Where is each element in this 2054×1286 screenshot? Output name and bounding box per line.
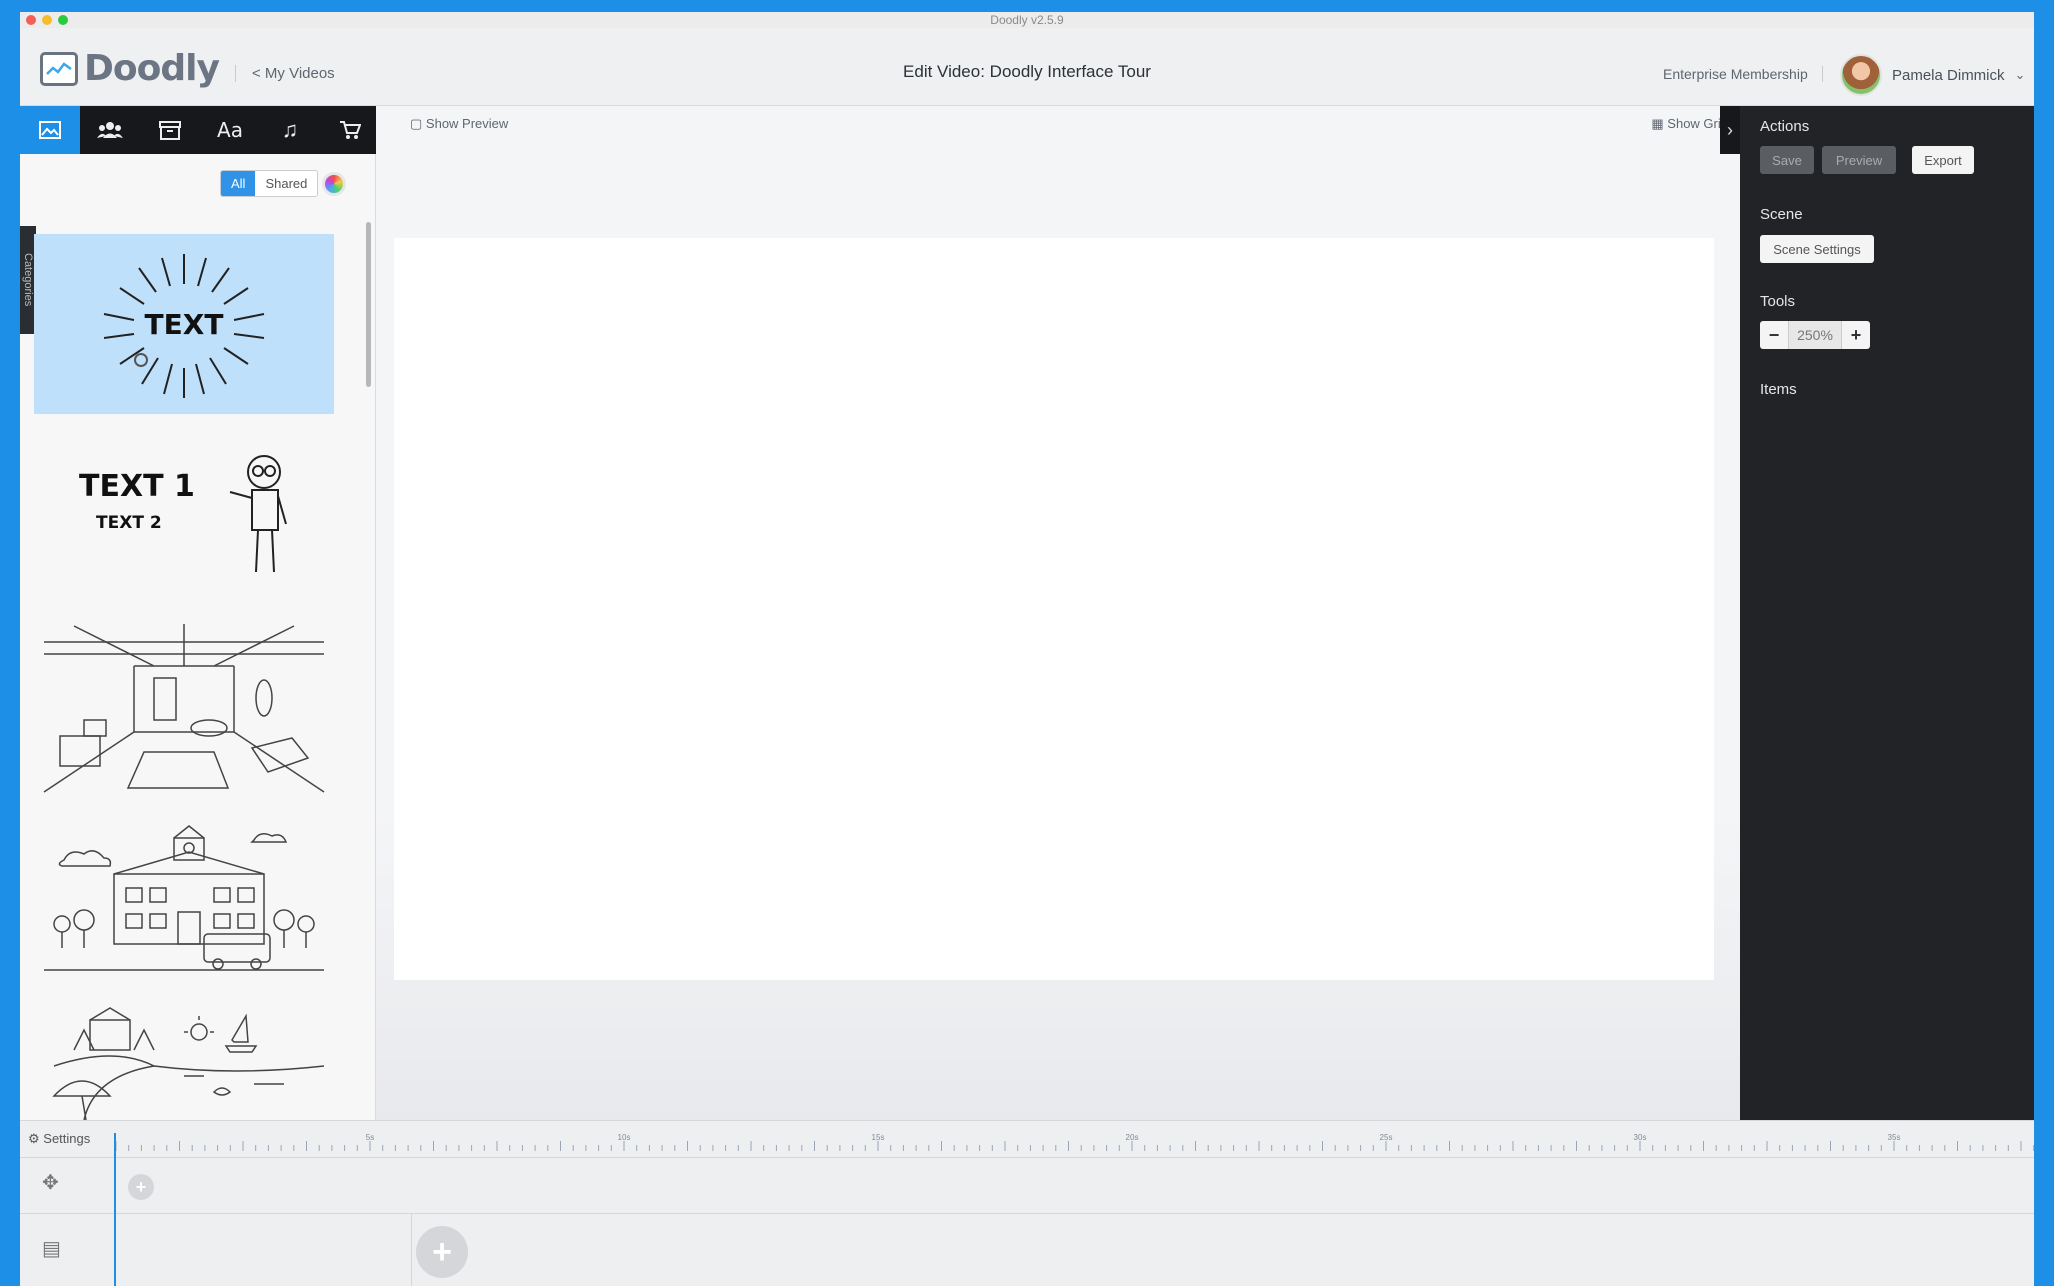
chevron-down-icon: ⌄ — [2014, 67, 2026, 82]
character-with-text-icon: TEXT 1 TEXT 2 — [79, 455, 287, 573]
filter-toggle: All Shared — [220, 170, 319, 197]
asset-thumbnail[interactable]: TEXT 1 TEXT 2 — [34, 434, 334, 584]
text-icon[interactable]: Aa — [200, 106, 260, 154]
timeline-ruler[interactable]: 5s 10s 15s 20s 25s 30s 35s — [116, 1133, 2034, 1151]
color-filter-icon[interactable] — [322, 171, 347, 196]
zoom-control: − 250% + — [1760, 321, 1870, 349]
sidebar-scrollbar[interactable] — [366, 222, 371, 387]
export-button[interactable]: Export — [1912, 146, 1974, 174]
move-icon: ✥ — [42, 1172, 59, 1194]
props-icon[interactable] — [140, 106, 200, 154]
user-menu[interactable]: Pamela Dimmick ⌄ — [1840, 54, 2025, 96]
items-heading: Items — [1760, 381, 1797, 398]
membership-link[interactable]: Enterprise Membership — [1663, 66, 1823, 82]
add-scene-button[interactable]: + — [416, 1226, 468, 1278]
show-grid-toggle[interactable]: ▦ Show Grid — [1651, 116, 1728, 132]
starburst-text-icon: TEXT — [103, 254, 265, 398]
beach-scene-icon — [52, 1007, 325, 1120]
school-scene-icon — [44, 825, 324, 971]
asset-thumbnail[interactable] — [34, 1006, 334, 1120]
timeline-transition-row: ✥ + — [20, 1157, 2034, 1213]
timeline-settings-label: Settings — [43, 1131, 91, 1146]
timeline-scene-row: ▤ + — [20, 1213, 2034, 1286]
asset-toolbar: Aa ♫ ‹ — [20, 106, 394, 154]
close-window-button[interactable] — [26, 15, 36, 25]
actions-heading: Actions — [1760, 118, 1810, 135]
show-preview-label: Show Preview — [425, 116, 509, 131]
canvas-area: ▢ Show Preview ▦ Show Grid — [376, 106, 1740, 1120]
add-transition-button[interactable]: + — [128, 1174, 154, 1200]
asset-filter: All Shared — [220, 170, 347, 197]
ruler-label: 20s — [1126, 1133, 1139, 1142]
music-icon[interactable]: ♫ — [260, 106, 320, 154]
svg-text:TEXT: TEXT — [145, 308, 224, 341]
collapse-right-panel-button[interactable]: › — [1720, 106, 1740, 154]
show-grid-label: Show Grid — [1667, 116, 1728, 131]
app-header: Doodly < My Videos Edit Video: Doodly In… — [20, 28, 2034, 106]
minimize-window-button[interactable] — [42, 15, 52, 25]
asset-thumbnail[interactable] — [34, 622, 334, 802]
zoom-value: 250% — [1788, 321, 1842, 349]
scene-canvas[interactable] — [394, 238, 1714, 980]
ruler-label: 30s — [1634, 1133, 1647, 1142]
ruler-label: 5s — [366, 1133, 374, 1142]
monitor-icon: ▢ — [410, 116, 423, 131]
timeline-scene-block[interactable] — [116, 1214, 412, 1286]
ruler-label: 25s — [1380, 1133, 1393, 1142]
window-controls — [26, 15, 68, 25]
show-preview-toggle[interactable]: ▢ Show Preview — [410, 116, 508, 132]
window-title: Doodly v2.5.9 — [990, 13, 1064, 27]
filter-shared-button[interactable]: Shared — [255, 171, 318, 196]
ruler-label: 35s — [1888, 1133, 1901, 1142]
filter-all-button[interactable]: All — [221, 171, 256, 196]
timeline-settings-button[interactable]: ⚙ Settings — [28, 1131, 90, 1147]
svg-text:TEXT 2: TEXT 2 — [96, 513, 162, 533]
app-window: Doodly v2.5.9 Doodly < My Videos Edit Vi… — [20, 12, 2034, 1286]
tools-heading: Tools — [1760, 293, 1796, 310]
scene-heading: Scene — [1760, 206, 1803, 223]
preview-button[interactable]: Preview — [1822, 146, 1896, 174]
right-panel: Actions Save Preview Export Scene Scene … — [1740, 106, 2034, 1120]
avatar — [1840, 54, 1882, 96]
timeline-playhead[interactable] — [114, 1133, 116, 1286]
characters-icon[interactable] — [80, 106, 140, 154]
ruler-label: 10s — [618, 1133, 631, 1142]
asset-sidebar: Categories All Shared TEXT TEXT 1 TEXT 2 — [20, 154, 376, 1120]
maximize-window-button[interactable] — [58, 15, 68, 25]
zoom-in-button[interactable]: + — [1842, 321, 1870, 349]
image-icon: ▤ — [42, 1238, 61, 1260]
zoom-out-button[interactable]: − — [1760, 321, 1788, 349]
living-room-scene-icon — [43, 624, 325, 793]
save-button[interactable]: Save — [1760, 146, 1814, 174]
svg-text:TEXT 1: TEXT 1 — [79, 469, 195, 504]
ruler-label: 15s — [872, 1133, 885, 1142]
scene-settings-button[interactable]: Scene Settings — [1760, 235, 1874, 263]
asset-thumbnail[interactable]: TEXT — [34, 234, 334, 414]
asset-thumbnail[interactable] — [34, 824, 334, 1004]
window-titlebar: Doodly v2.5.9 — [20, 12, 2034, 28]
image-icon[interactable] — [20, 106, 80, 154]
cart-icon[interactable] — [320, 106, 380, 154]
timeline: ⚙ Settings 5s 10s 15s 20s 25s 30s 35s ✥ + ▤ + — [20, 1120, 2034, 1286]
gear-icon: ⚙ — [28, 1131, 40, 1146]
grid-icon: ▦ — [1651, 116, 1664, 131]
user-name: Pamela Dimmick — [1892, 66, 2005, 84]
